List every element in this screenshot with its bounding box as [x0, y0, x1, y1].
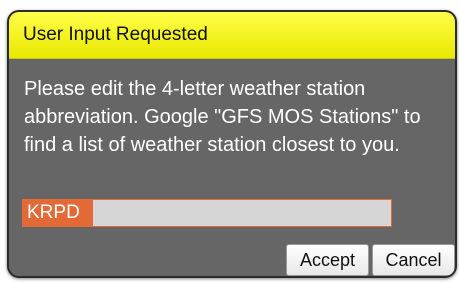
dialog-titlebar: User Input Requested: [9, 12, 455, 59]
dialog-message: Please edit the 4-letter weather station…: [24, 78, 421, 156]
accept-button[interactable]: Accept: [286, 244, 369, 276]
station-code-input[interactable]: [23, 200, 391, 226]
station-input-wrapper: [22, 199, 392, 227]
dialog-title: User Input Requested: [23, 24, 208, 45]
cancel-button[interactable]: Cancel: [372, 244, 455, 276]
input-dialog: User Input Requested Please edit the 4-l…: [7, 10, 457, 278]
